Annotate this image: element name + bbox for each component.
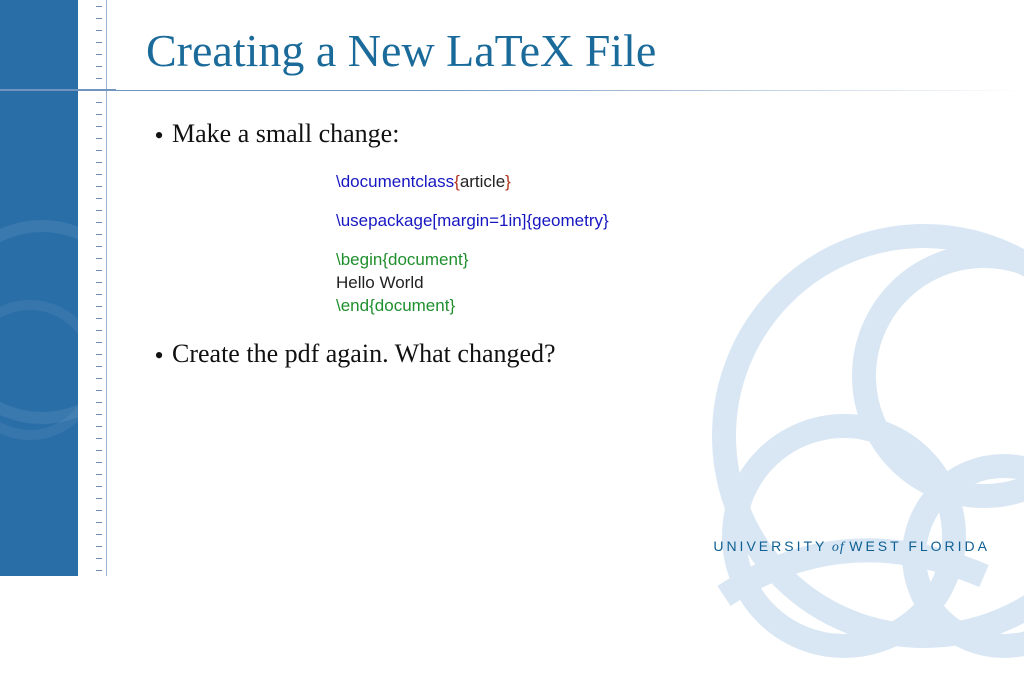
bullet-marker: •: [146, 119, 172, 153]
latex-command: \usepackage: [336, 211, 432, 230]
latex-option: [margin=1in]: [432, 211, 526, 230]
title-underline: [0, 89, 116, 91]
code-line: \documentclass{article}: [336, 171, 984, 194]
latex-text: Hello World: [336, 273, 424, 292]
bullet-marker: •: [146, 339, 172, 373]
footer-text: UNIVERSITY: [713, 538, 827, 554]
code-line: Hello World: [336, 272, 984, 295]
bullet-list: • Make a small change: \documentclass{ar…: [146, 119, 984, 373]
footer-text: of: [827, 540, 849, 555]
slide-title: Creating a New LaTeX File: [146, 24, 984, 77]
footer-text: WEST FLORIDA: [849, 538, 990, 554]
left-accent-band: [0, 0, 78, 576]
bullet-item: • Make a small change:: [146, 119, 984, 153]
ruler-strip: [78, 0, 116, 576]
code-line: \usepackage[margin=1in]{geometry}: [336, 210, 984, 233]
bullet-item: • Create the pdf again. What changed?: [146, 339, 984, 373]
brace: }: [603, 211, 609, 230]
latex-arg: geometry: [532, 211, 603, 230]
footer-branding: UNIVERSITY of WEST FLORIDA: [713, 538, 990, 556]
brace: }: [505, 172, 511, 191]
latex-code-block: \documentclass{article} \usepackage[marg…: [336, 171, 984, 318]
brace: }: [449, 296, 455, 315]
latex-arg: document: [388, 250, 463, 269]
latex-arg: article: [460, 172, 505, 191]
latex-command: \documentclass: [336, 172, 454, 191]
bullet-text: Create the pdf again. What changed?: [172, 339, 556, 369]
slide-content: Creating a New LaTeX File • Make a small…: [116, 0, 1024, 576]
bullet-text: Make a small change:: [172, 119, 399, 149]
code-line: \begin{document}: [336, 249, 984, 272]
latex-arg: document: [375, 296, 450, 315]
code-line: \end{document}: [336, 295, 984, 318]
latex-command: \end: [336, 296, 369, 315]
latex-command: \begin: [336, 250, 382, 269]
brace: }: [463, 250, 469, 269]
